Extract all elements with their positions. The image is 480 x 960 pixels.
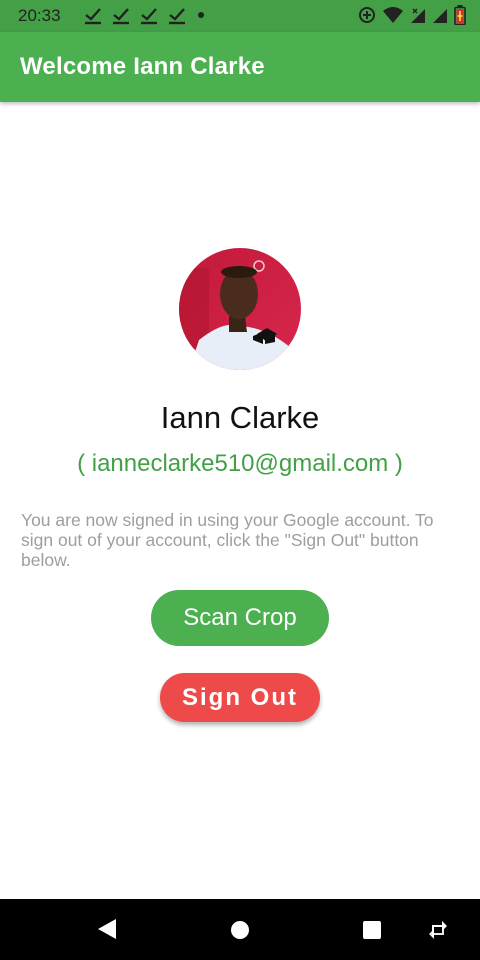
avatar (179, 248, 301, 370)
user-name: Iann Clarke (160, 400, 320, 435)
signed-in-info-text: You are now signed in using your Google … (21, 510, 434, 570)
wifi-icon (383, 7, 403, 23)
check-icon (113, 8, 129, 25)
home-icon[interactable] (230, 920, 250, 940)
notification-icons (82, 4, 188, 26)
signal-icon (411, 8, 425, 23)
check-icon (169, 8, 185, 25)
signal-icon (433, 9, 447, 23)
recents-icon[interactable] (362, 920, 382, 940)
back-icon[interactable] (96, 917, 118, 941)
battery-icon (454, 5, 466, 25)
scan-crop-button[interactable]: Scan Crop (151, 590, 329, 646)
rotate-icon[interactable] (428, 917, 448, 943)
status-time: 20:33 (18, 6, 61, 25)
check-icon (141, 8, 157, 25)
app-bar: Welcome Iann Clarke (0, 32, 480, 102)
navigation-bar (0, 899, 480, 960)
user-email: ( ianneclarke510@gmail.com ) (77, 450, 403, 477)
dot-icon (198, 12, 204, 18)
status-bar: 20:33 (0, 0, 480, 32)
page-title: Welcome Iann Clarke (20, 53, 265, 80)
sign-out-button[interactable]: Sign Out (160, 673, 320, 722)
check-icon (85, 8, 101, 25)
data-saver-icon (359, 7, 375, 23)
system-icons (358, 5, 466, 25)
